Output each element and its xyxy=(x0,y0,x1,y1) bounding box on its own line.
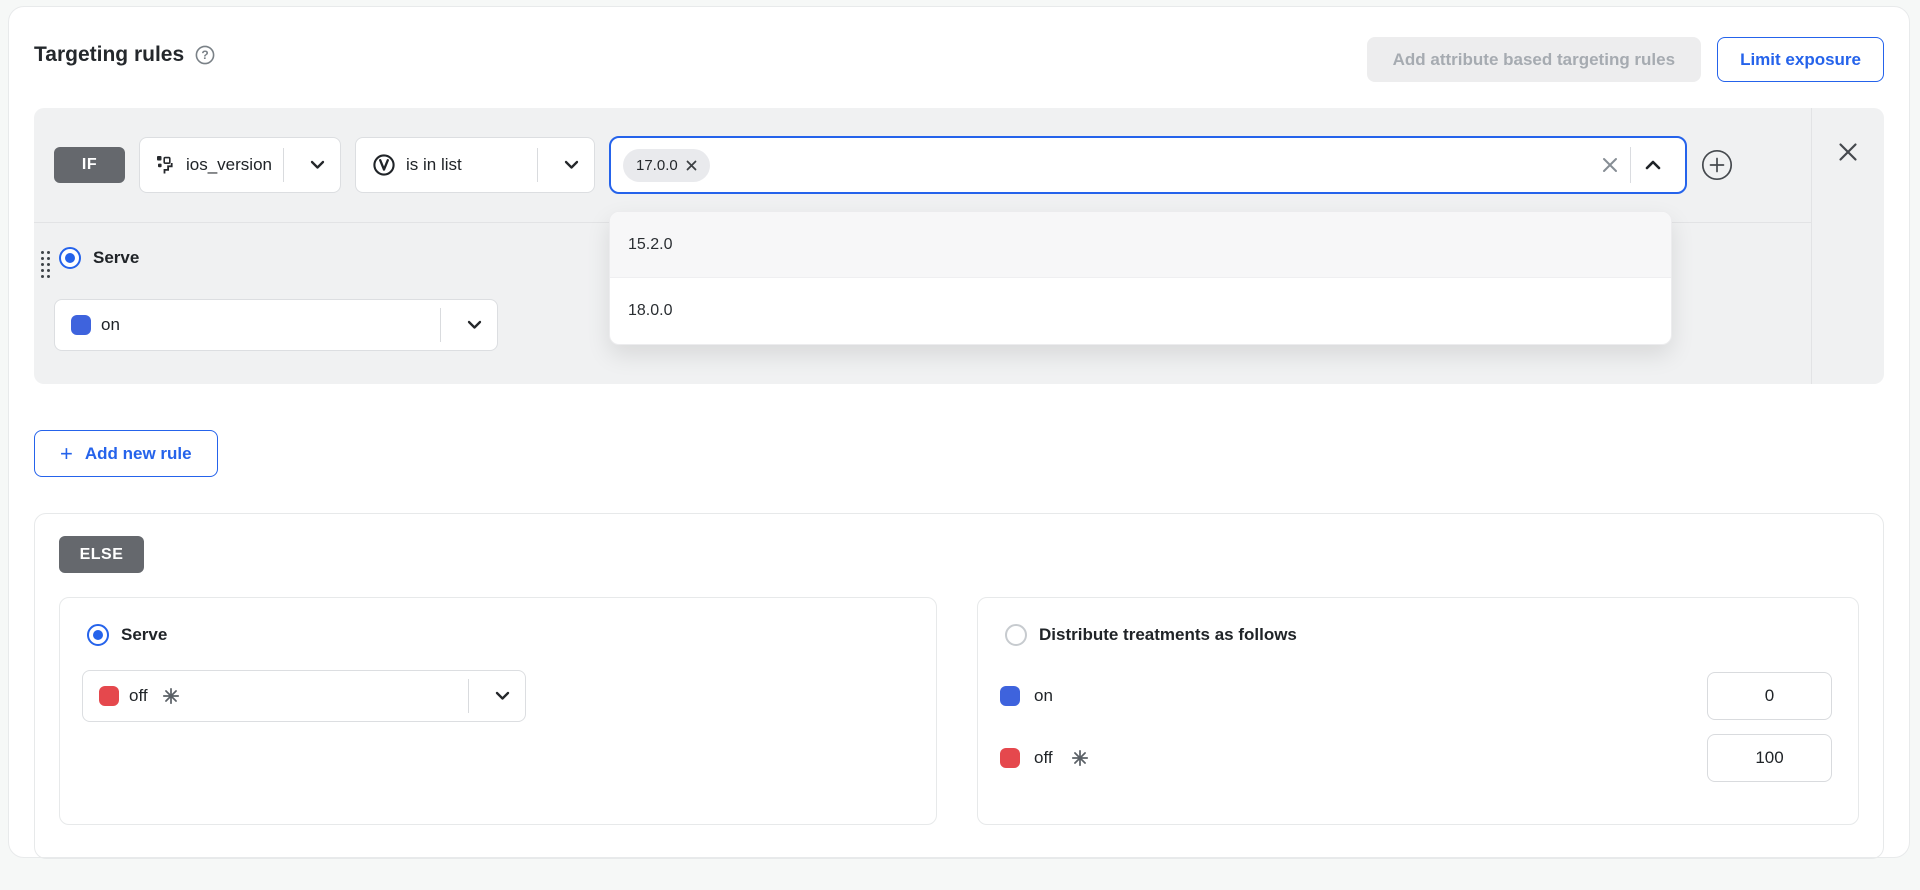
plus-icon: + xyxy=(60,443,73,465)
else-treatment-select[interactable]: off xyxy=(82,670,526,722)
chevron-down-icon xyxy=(548,160,594,170)
select-divider xyxy=(440,308,441,342)
distribution-percent-input-off[interactable] xyxy=(1707,734,1832,782)
default-treatment-icon xyxy=(1071,749,1089,767)
treatment-name: off xyxy=(129,686,148,706)
else-section: ELSE Serve off xyxy=(34,513,1884,859)
add-new-rule-label: Add new rule xyxy=(85,444,192,464)
default-treatment-icon xyxy=(162,687,180,705)
matcher-value: is in list xyxy=(406,155,462,175)
select-divider xyxy=(468,679,469,713)
else-serve-option-row: Serve xyxy=(87,624,914,646)
chevron-up-icon[interactable] xyxy=(1631,160,1675,170)
help-icon[interactable]: ? xyxy=(194,44,216,66)
select-divider xyxy=(283,148,284,182)
treatment-off-swatch xyxy=(1000,748,1020,768)
version-circle-icon xyxy=(372,153,396,177)
distribute-card: Distribute treatments as follows on off xyxy=(977,597,1859,825)
drag-handle[interactable] xyxy=(41,251,50,278)
svg-text:?: ? xyxy=(201,48,208,62)
attribute-select[interactable]: ios_version xyxy=(139,137,341,193)
attribute-matrix-icon xyxy=(156,155,176,175)
else-serve-label: Serve xyxy=(121,625,167,645)
delete-rule-icon[interactable] xyxy=(1836,140,1860,164)
chevron-down-icon xyxy=(451,320,497,330)
distribution-percent-input-on[interactable] xyxy=(1707,672,1832,720)
treatment-select[interactable]: on xyxy=(54,299,498,351)
matcher-select[interactable]: is in list xyxy=(355,137,595,193)
serve-label: Serve xyxy=(93,248,139,268)
distribute-row-off: off xyxy=(1000,734,1836,782)
add-new-rule-button[interactable]: + Add new rule xyxy=(34,430,218,477)
if-badge: IF xyxy=(54,147,125,183)
dropdown-option[interactable]: 18.0.0 xyxy=(610,278,1671,344)
chip-remove-icon[interactable] xyxy=(686,160,697,171)
treatment-name: off xyxy=(1034,748,1053,768)
add-attribute-rules-button[interactable]: Add attribute based targeting rules xyxy=(1367,37,1701,82)
else-serve-radio[interactable] xyxy=(87,624,109,646)
select-divider xyxy=(537,148,538,182)
dropdown-option[interactable]: 15.2.0 xyxy=(610,212,1671,278)
header-actions: Add attribute based targeting rules Limi… xyxy=(1367,37,1884,82)
distribute-row-on: on xyxy=(1000,672,1836,720)
else-options-row: Serve off xyxy=(59,597,1859,825)
else-serve-card: Serve off xyxy=(59,597,937,825)
title-group: Targeting rules ? xyxy=(34,43,216,67)
values-multiselect-input[interactable]: 17.0.0 xyxy=(609,136,1687,194)
distribute-radio[interactable] xyxy=(1005,624,1027,646)
value-chip: 17.0.0 xyxy=(623,149,710,182)
rule-panel: IF ios_version xyxy=(34,108,1884,384)
targeting-rules-card: Targeting rules ? Add attribute based ta… xyxy=(8,6,1910,858)
attribute-value: ios_version xyxy=(186,155,272,175)
header: Targeting rules ? Add attribute based ta… xyxy=(34,37,1884,82)
add-value-set-icon[interactable] xyxy=(1701,149,1733,181)
treatment-off-swatch xyxy=(99,686,119,706)
distribute-option-row: Distribute treatments as follows xyxy=(1005,624,1836,646)
distribute-label: Distribute treatments as follows xyxy=(1039,625,1297,645)
treatment-name: on xyxy=(1034,686,1053,706)
value-chip-label: 17.0.0 xyxy=(636,157,678,174)
values-dropdown-menu: 15.2.0 18.0.0 xyxy=(609,211,1672,345)
chevron-down-icon xyxy=(294,160,340,170)
serve-radio[interactable] xyxy=(59,247,81,269)
condition-row: IF ios_version xyxy=(34,108,1811,223)
limit-exposure-button[interactable]: Limit exposure xyxy=(1717,37,1884,82)
page-title: Targeting rules xyxy=(34,43,184,67)
treatment-name: on xyxy=(101,315,120,335)
chevron-down-icon xyxy=(479,691,525,701)
else-badge: ELSE xyxy=(59,536,144,573)
rule-side-column xyxy=(1811,108,1884,384)
treatment-on-swatch xyxy=(1000,686,1020,706)
treatment-on-swatch xyxy=(71,315,91,335)
clear-values-icon[interactable] xyxy=(1590,157,1630,173)
